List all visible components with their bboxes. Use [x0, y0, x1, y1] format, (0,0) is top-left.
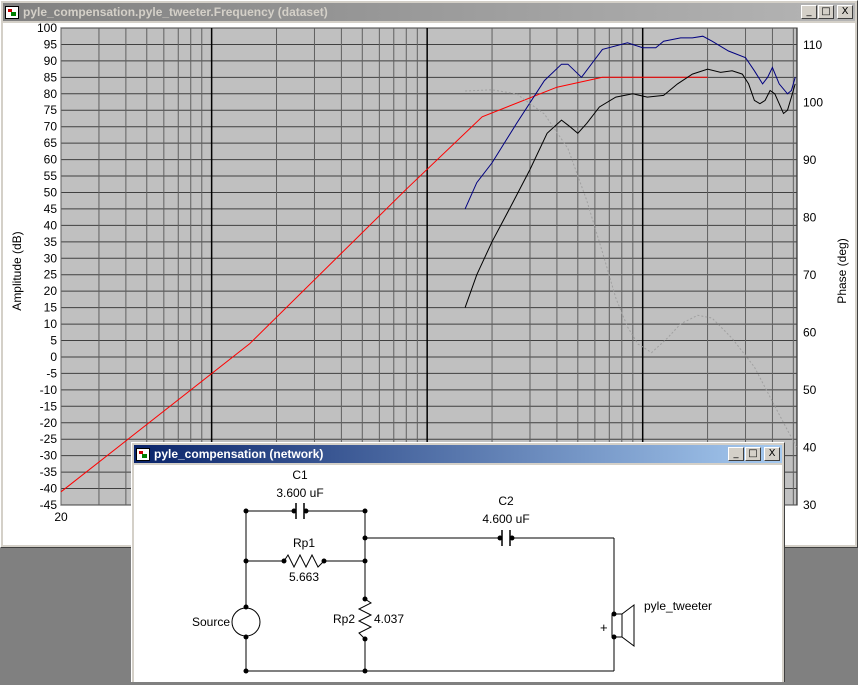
y-tick-label: 20 — [44, 284, 58, 298]
y-tick-label: 45 — [44, 202, 58, 216]
tweeter-plus-label: + — [600, 620, 608, 635]
capacitor-c2[interactable] — [501, 530, 511, 546]
minimize-button[interactable]: _ — [801, 5, 817, 19]
y-tick-label: -30 — [40, 449, 58, 463]
y-tick-label: 0 — [50, 350, 57, 364]
y-tick-label: 50 — [44, 185, 58, 199]
y-tick-label: -10 — [40, 383, 58, 397]
c1-value: 3.600 uF — [276, 486, 323, 500]
y-tick-label: 55 — [44, 169, 58, 183]
y-tick-label: 70 — [44, 120, 58, 134]
y-tick-label: 40 — [44, 218, 58, 232]
speaker-label: pyle_tweeter — [644, 599, 712, 613]
y-right-tick-label: 100 — [803, 96, 823, 110]
network-window-title: pyle_compensation (network) — [154, 447, 324, 461]
close-button[interactable]: X — [764, 447, 780, 461]
y-right-tick-label: 110 — [803, 38, 822, 52]
y-tick-label: 10 — [44, 317, 58, 331]
y-tick-label: 80 — [44, 87, 58, 101]
x-axis-ticks: 20 — [54, 510, 68, 524]
tweeter-speaker-icon[interactable] — [611, 604, 635, 647]
network-titlebar[interactable]: pyle_compensation (network) _ □ X — [134, 445, 782, 463]
y-tick-label: 75 — [44, 103, 58, 117]
junctions — [243, 508, 617, 674]
y-right-tick-label: 70 — [803, 268, 817, 282]
c1-name: C1 — [292, 468, 308, 482]
dataset-titlebar[interactable]: pyle_compensation.pyle_tweeter.Frequency… — [3, 3, 855, 21]
app-icon[interactable] — [5, 5, 19, 19]
y-tick-label: -25 — [40, 432, 58, 446]
crossover-schematic[interactable]: + + — [134, 465, 782, 685]
y-tick-label: -40 — [40, 482, 58, 496]
y-right-tick-label: 30 — [803, 498, 817, 512]
y-tick-label: -5 — [46, 366, 57, 380]
y-right-tick-label: 40 — [803, 441, 817, 455]
y-tick-label: 35 — [44, 235, 58, 249]
resistor-rp1[interactable] — [283, 553, 325, 569]
rp1-name: Rp1 — [293, 536, 315, 550]
y-tick-label: 100 — [37, 23, 57, 35]
schematic-area[interactable]: + + — [134, 465, 782, 682]
resistor-rp2[interactable] — [357, 598, 373, 640]
y-tick-label: -15 — [40, 399, 58, 413]
rp1-value: 5.663 — [289, 570, 319, 584]
c2-name: C2 — [498, 494, 514, 508]
y-tick-label: 60 — [44, 153, 58, 167]
y-right-tick-label: 80 — [803, 211, 817, 225]
app-icon[interactable] — [136, 447, 150, 461]
y-right-tick-label: 60 — [803, 326, 817, 340]
y-axis-label: Amplitude (dB) — [10, 231, 24, 310]
y-tick-label: 85 — [44, 70, 58, 84]
plot-background — [60, 27, 798, 506]
y-right-tick-label: 90 — [803, 153, 817, 167]
y-axis-right-label: Phase (deg) — [835, 238, 849, 303]
y-tick-label: 30 — [44, 251, 58, 265]
y-tick-label: 65 — [44, 136, 58, 150]
c2-value: 4.600 uF — [482, 512, 529, 526]
maximize-button[interactable]: □ — [745, 447, 761, 461]
y-axis-ticks: 1009590858075706560555045403530252015105… — [37, 23, 57, 512]
y-right-tick-label: 50 — [803, 383, 817, 397]
capacitor-c1[interactable] — [295, 503, 305, 519]
y-tick-label: -20 — [40, 416, 58, 430]
source-label: Source — [192, 615, 230, 629]
x-tick-label: 20 — [54, 510, 68, 524]
minimize-button[interactable]: _ — [728, 447, 744, 461]
y-tick-label: 95 — [44, 37, 58, 51]
y-tick-label: -35 — [40, 465, 58, 479]
y-axis-right-ticks: 110 100 90 80 70 60 50 40 30 — [803, 38, 823, 512]
y-tick-label: 5 — [50, 334, 57, 348]
y-tick-label: 25 — [44, 268, 58, 282]
source-symbol[interactable] — [231, 607, 261, 637]
dataset-window-title: pyle_compensation.pyle_tweeter.Frequency… — [23, 5, 328, 19]
close-button[interactable]: X — [837, 5, 853, 19]
maximize-button[interactable]: □ — [818, 5, 834, 19]
rp2-name: Rp2 — [333, 612, 355, 626]
rp2-value: 4.037 — [374, 612, 404, 626]
y-tick-label: 90 — [44, 54, 58, 68]
network-window[interactable]: pyle_compensation (network) _ □ X + C1 3… — [131, 442, 785, 682]
y-tick-label: 15 — [44, 301, 58, 315]
